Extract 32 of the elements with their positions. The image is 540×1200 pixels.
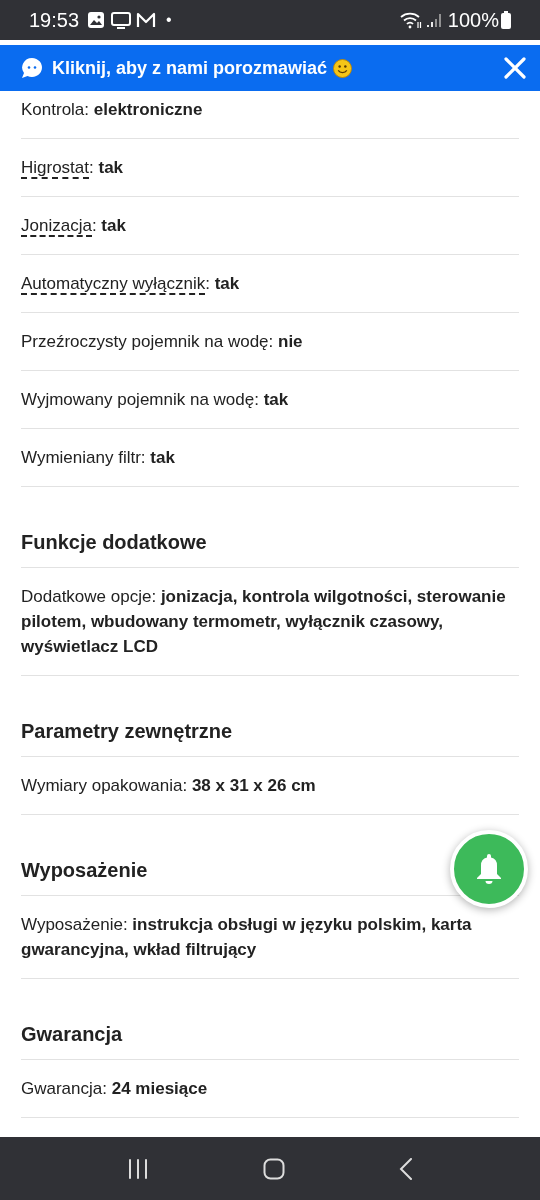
section-heading: Funkcje dodatkowe bbox=[21, 487, 519, 568]
status-time: 19:53 bbox=[29, 8, 80, 33]
spec-text: Wymieniany filtr: tak bbox=[21, 447, 176, 469]
signal-icon bbox=[425, 11, 442, 29]
chat-banner[interactable]: Kliknij, aby z nami porozmawiać bbox=[0, 45, 540, 91]
spec-text: Jonizacja: tak bbox=[21, 215, 127, 238]
spec-text: Kontrola: elektroniczne bbox=[21, 99, 204, 121]
home-icon[interactable] bbox=[263, 1157, 285, 1180]
battery-icon bbox=[501, 11, 511, 29]
chat-bubble-icon bbox=[21, 57, 43, 79]
spec-text: Wymiary opakowania: 38 x 31 x 26 cm bbox=[21, 775, 317, 797]
spec-text: Higrostat: tak bbox=[21, 157, 125, 180]
notification-dot: • bbox=[166, 10, 172, 30]
spec-text: Dodatkowe opcje: jonizacja, kontrola wilgotności, sterowanie pilotem, wbudowany termometr, wyłącznik czasowy, wyświetlacz LCD bbox=[21, 586, 507, 658]
close-icon[interactable] bbox=[504, 57, 526, 79]
bell-icon bbox=[475, 853, 503, 885]
back-icon[interactable] bbox=[399, 1157, 413, 1180]
chat-prompt: Kliknij, aby z nami porozmawiać bbox=[52, 56, 328, 80]
spec-text: Automatyczny wyłącznik: tak bbox=[21, 273, 241, 296]
spec-text: Wyjmowany pojemnik na wodę: tak bbox=[21, 389, 290, 411]
spec-text: Przeźroczysty pojemnik na wodę: nie bbox=[21, 331, 304, 353]
monitor-icon bbox=[111, 11, 132, 29]
spec-text: Wyposażenie: instrukcja obsługi w języku polskim, karta gwarancyjna, wkład filtrujący bbox=[21, 914, 473, 961]
wifi-icon bbox=[398, 11, 423, 29]
section-heading: Parametry zewnętrzne bbox=[21, 676, 519, 757]
mail-icon bbox=[136, 11, 157, 29]
smiley-icon bbox=[333, 58, 353, 78]
battery-percentage: 100% bbox=[447, 8, 499, 33]
spec-text: Gwarancja: 24 miesiące bbox=[21, 1078, 209, 1100]
image-icon bbox=[87, 11, 106, 29]
recent-apps-icon[interactable] bbox=[127, 1157, 149, 1180]
section-heading: Gwarancja bbox=[21, 979, 519, 1060]
